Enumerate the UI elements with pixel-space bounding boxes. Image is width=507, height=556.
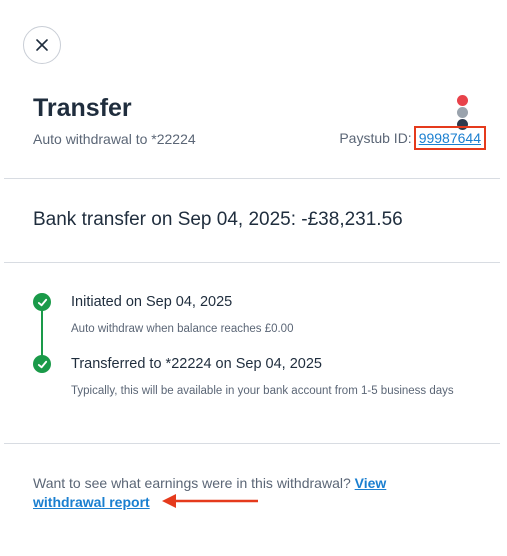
status-dot-gray [457,107,468,118]
transfer-summary: Bank transfer on Sep 04, 2025: -£38,231.… [33,209,403,230]
close-icon [36,39,48,51]
divider-top [4,178,500,179]
page-title: Transfer [33,94,132,122]
timeline-step-title: Initiated on Sep 04, 2025 [71,294,233,310]
divider-bottom [4,443,500,444]
close-button[interactable] [23,26,61,64]
divider-middle [4,262,500,263]
paystub-id-link[interactable]: 99987644 [413,126,486,150]
footer-question: Want to see what earnings were in this w… [33,475,355,491]
timeline-step-description: Auto withdraw when balance reaches £0.00 [71,323,294,335]
page-subtitle: Auto withdrawal to *22224 [33,131,196,147]
paystub: Paystub ID: 99987644 [339,126,486,150]
paystub-label: Paystub ID: [339,130,412,146]
timeline-step-description: Typically, this will be available in you… [71,385,454,397]
check-circle-icon [33,355,51,373]
timeline-step-title: Transferred to *22224 on Sep 04, 2025 [71,356,322,372]
check-circle-icon [33,293,51,311]
status-dot-red [457,95,468,106]
arrow-left-icon [162,494,258,508]
